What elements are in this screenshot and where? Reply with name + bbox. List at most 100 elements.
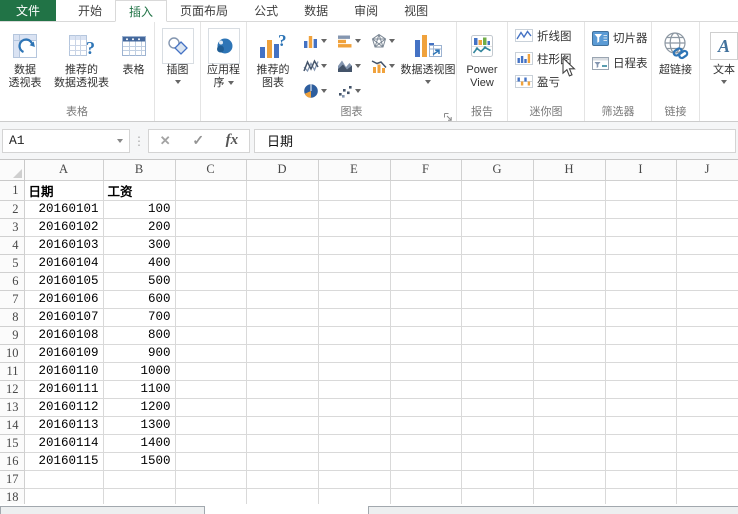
cell-E10[interactable] <box>318 344 390 362</box>
cell-C4[interactable] <box>175 236 246 254</box>
cell-C17[interactable] <box>175 470 246 488</box>
cell-D7[interactable] <box>246 290 318 308</box>
cell-G4[interactable] <box>461 236 533 254</box>
cell-F11[interactable] <box>390 362 461 380</box>
cell-J16[interactable] <box>676 452 738 470</box>
column-header-C[interactable]: C <box>175 160 246 180</box>
cell-I2[interactable] <box>605 200 676 218</box>
cell-E15[interactable] <box>318 434 390 452</box>
cell-J13[interactable] <box>676 398 738 416</box>
cell-B6[interactable]: 500 <box>103 272 175 290</box>
cell-J1[interactable] <box>676 180 738 200</box>
recommended-charts-button[interactable]: ? 推荐的 图表 <box>248 25 298 90</box>
cell-B17[interactable] <box>103 470 175 488</box>
insert-combo-chart-button[interactable] <box>366 53 400 78</box>
cell-A4[interactable]: 20160103 <box>24 236 103 254</box>
cell-E17[interactable] <box>318 470 390 488</box>
cell-I15[interactable] <box>605 434 676 452</box>
cell-D17[interactable] <box>246 470 318 488</box>
cell-G1[interactable] <box>461 180 533 200</box>
cell-A10[interactable]: 20160109 <box>24 344 103 362</box>
enter-icon[interactable]: ✓ <box>192 132 204 149</box>
cell-F9[interactable] <box>390 326 461 344</box>
cell-E9[interactable] <box>318 326 390 344</box>
name-box-dropdown-icon[interactable] <box>117 139 123 143</box>
cell-E7[interactable] <box>318 290 390 308</box>
row-header-3[interactable]: 3 <box>0 218 24 236</box>
cell-H3[interactable] <box>533 218 605 236</box>
cell-D16[interactable] <box>246 452 318 470</box>
column-header-E[interactable]: E <box>318 160 390 180</box>
cell-B12[interactable]: 1100 <box>103 380 175 398</box>
cell-F6[interactable] <box>390 272 461 290</box>
cell-J15[interactable] <box>676 434 738 452</box>
row-header-8[interactable]: 8 <box>0 308 24 326</box>
cell-J12[interactable] <box>676 380 738 398</box>
sparkline-column-button[interactable]: 柱形图 <box>509 47 583 70</box>
tab-data[interactable]: 数据 <box>291 0 341 21</box>
column-header-G[interactable]: G <box>461 160 533 180</box>
cell-D15[interactable] <box>246 434 318 452</box>
cell-C9[interactable] <box>175 326 246 344</box>
cell-A18[interactable] <box>24 488 103 504</box>
insert-scatter-chart-button[interactable] <box>332 78 366 103</box>
cell-C14[interactable] <box>175 416 246 434</box>
row-header-15[interactable]: 15 <box>0 434 24 452</box>
cell-B13[interactable]: 1200 <box>103 398 175 416</box>
cell-F15[interactable] <box>390 434 461 452</box>
slicer-button[interactable]: 切片器 <box>586 29 650 47</box>
cell-H5[interactable] <box>533 254 605 272</box>
cell-D10[interactable] <box>246 344 318 362</box>
cell-B16[interactable]: 1500 <box>103 452 175 470</box>
cell-B2[interactable]: 100 <box>103 200 175 218</box>
sparkline-winloss-button[interactable]: 盈亏 <box>509 70 583 93</box>
cell-H12[interactable] <box>533 380 605 398</box>
cell-F10[interactable] <box>390 344 461 362</box>
row-header-11[interactable]: 11 <box>0 362 24 380</box>
cell-H16[interactable] <box>533 452 605 470</box>
column-header-D[interactable]: D <box>246 160 318 180</box>
cell-D8[interactable] <box>246 308 318 326</box>
column-header-H[interactable]: H <box>533 160 605 180</box>
cell-J6[interactable] <box>676 272 738 290</box>
cell-B1[interactable]: 工资 <box>103 180 175 200</box>
cell-E12[interactable] <box>318 380 390 398</box>
cell-A9[interactable]: 20160108 <box>24 326 103 344</box>
cell-C11[interactable] <box>175 362 246 380</box>
cell-D4[interactable] <box>246 236 318 254</box>
cell-A11[interactable]: 20160110 <box>24 362 103 380</box>
cell-J14[interactable] <box>676 416 738 434</box>
tab-page-layout[interactable]: 页面布局 <box>167 0 241 21</box>
cell-J17[interactable] <box>676 470 738 488</box>
cell-I7[interactable] <box>605 290 676 308</box>
cell-C16[interactable] <box>175 452 246 470</box>
cell-D12[interactable] <box>246 380 318 398</box>
cell-C3[interactable] <box>175 218 246 236</box>
cell-G18[interactable] <box>461 488 533 504</box>
column-header-F[interactable]: F <box>390 160 461 180</box>
charts-dialog-launcher-icon[interactable] <box>443 109 453 119</box>
hyperlink-button[interactable]: 超链接 <box>653 25 699 77</box>
row-header-13[interactable]: 13 <box>0 398 24 416</box>
tab-view[interactable]: 视图 <box>391 0 441 21</box>
cell-C8[interactable] <box>175 308 246 326</box>
cell-G9[interactable] <box>461 326 533 344</box>
text-button[interactable]: A 文本 <box>706 25 738 84</box>
cell-C13[interactable] <box>175 398 246 416</box>
cell-J5[interactable] <box>676 254 738 272</box>
cell-G15[interactable] <box>461 434 533 452</box>
cell-F13[interactable] <box>390 398 461 416</box>
cell-G3[interactable] <box>461 218 533 236</box>
cell-G8[interactable] <box>461 308 533 326</box>
row-header-4[interactable]: 4 <box>0 236 24 254</box>
cell-D3[interactable] <box>246 218 318 236</box>
cell-G11[interactable] <box>461 362 533 380</box>
pivotchart-button[interactable]: 数据透视图 <box>400 25 456 84</box>
cell-F7[interactable] <box>390 290 461 308</box>
cell-I16[interactable] <box>605 452 676 470</box>
cell-J9[interactable] <box>676 326 738 344</box>
cell-J3[interactable] <box>676 218 738 236</box>
cell-D13[interactable] <box>246 398 318 416</box>
formula-input[interactable]: 日期 <box>254 129 736 153</box>
cell-B14[interactable]: 1300 <box>103 416 175 434</box>
